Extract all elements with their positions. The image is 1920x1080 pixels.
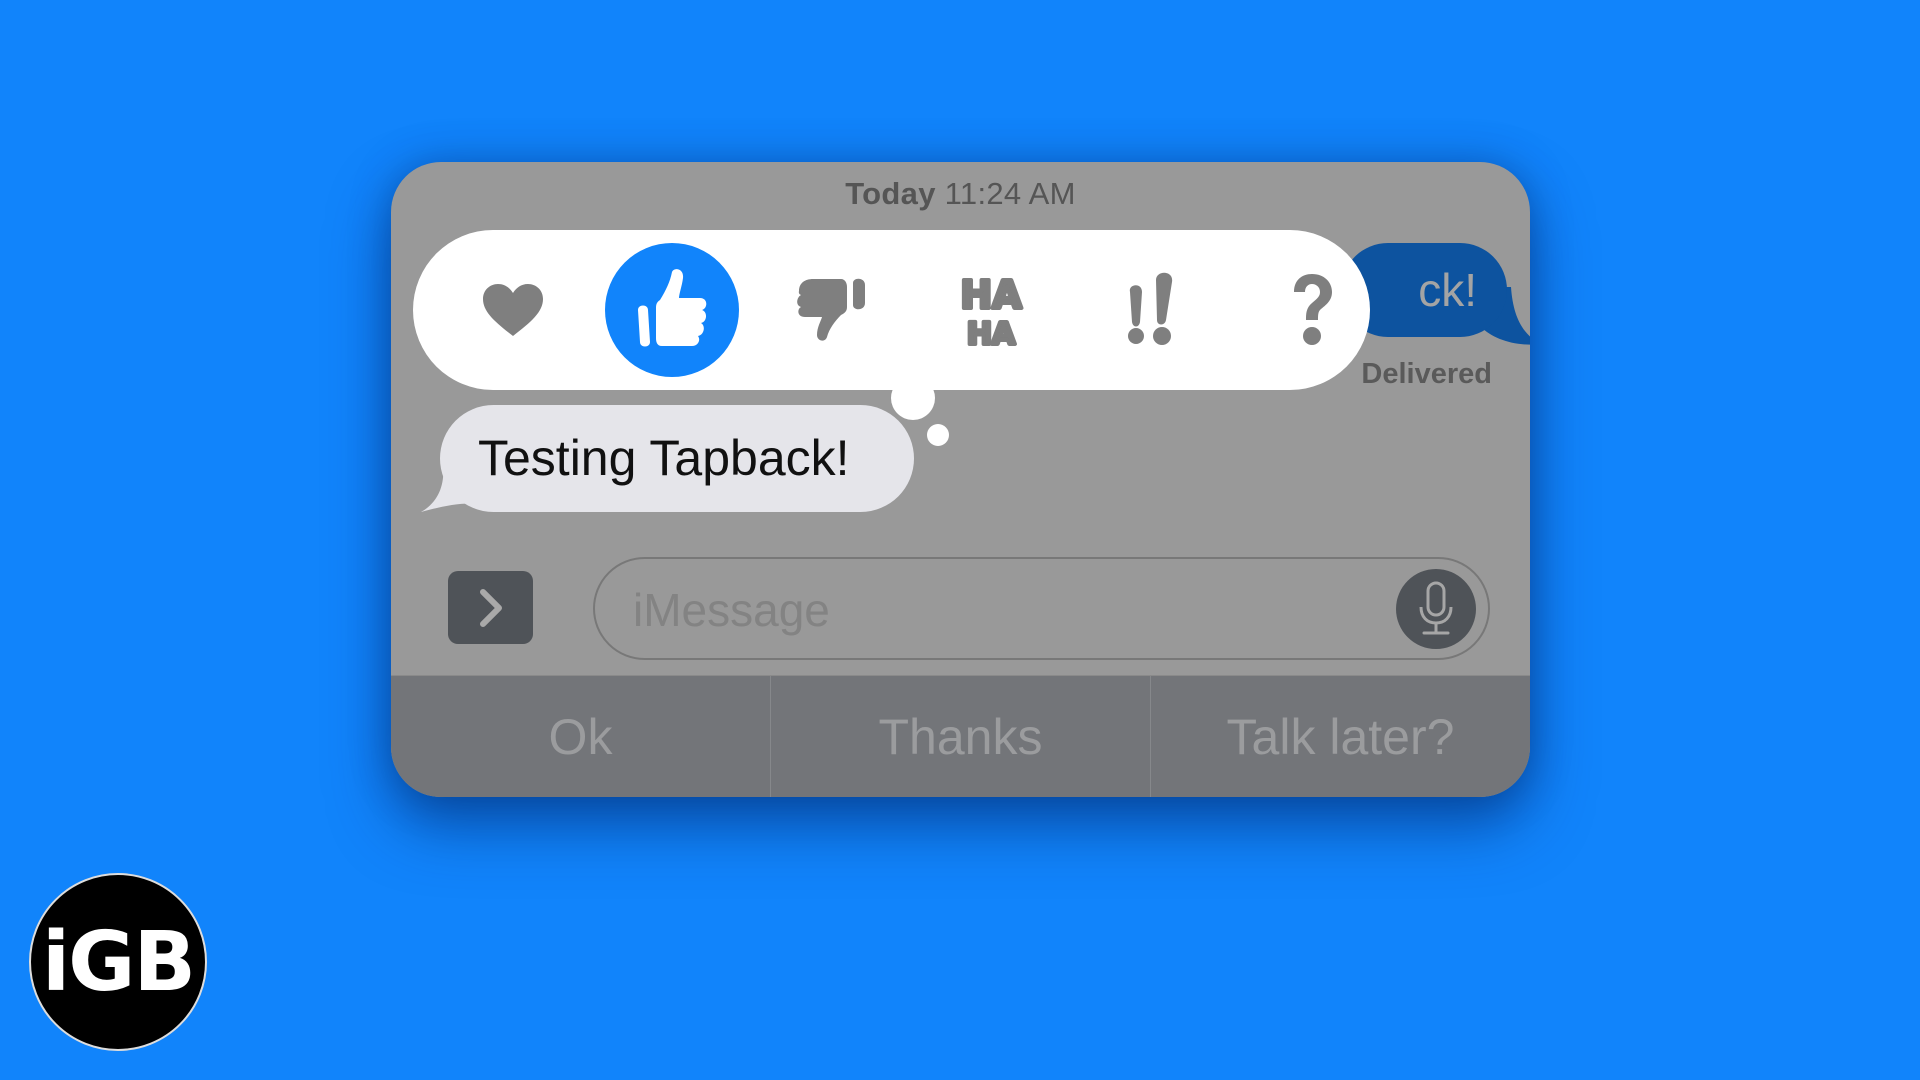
question-mark-icon — [1294, 274, 1332, 345]
microphone-icon — [1419, 581, 1453, 635]
tapback-thought-dot-small — [927, 424, 949, 446]
apps-expand-button[interactable] — [448, 571, 533, 644]
thumbs-up-icon — [638, 269, 707, 347]
quick-reply-ok[interactable]: Ok — [391, 676, 770, 797]
double-exclamation-icon — [1128, 272, 1173, 345]
timestamp-day: Today — [845, 176, 936, 211]
igb-logo-text: iGB — [42, 914, 196, 1010]
tapback-thumbs-up-button[interactable] — [602, 230, 742, 390]
imessage-input[interactable]: iMessage — [593, 557, 1490, 660]
quick-reply-bar: Ok Thanks Talk later? — [391, 675, 1530, 797]
quick-reply-thanks[interactable]: Thanks — [770, 676, 1150, 797]
tapback-thought-dot-large — [891, 376, 935, 420]
imessage-input-placeholder: iMessage — [633, 584, 830, 636]
thumbs-down-icon — [797, 278, 865, 341]
tapback-emphasize-button[interactable] — [1082, 230, 1222, 390]
tapback-question-button[interactable] — [1242, 230, 1382, 390]
received-message-text: Testing Tapback! — [478, 430, 850, 486]
haha-top-text: HA — [960, 273, 1022, 317]
dictation-button[interactable] — [1396, 569, 1476, 649]
received-message-bubble[interactable]: Testing Tapback! — [440, 405, 914, 512]
heart-icon — [483, 284, 543, 336]
tapback-selected-indicator — [605, 243, 739, 377]
timestamp-time: 11:24 AM — [944, 176, 1076, 211]
tapback-haha-button[interactable]: HA HA — [921, 230, 1061, 390]
tapback-picker: HA HA — [413, 230, 1370, 390]
igb-logo: iGB — [29, 873, 207, 1051]
tapback-thumbs-down-button[interactable] — [761, 230, 901, 390]
chevron-right-icon — [479, 588, 502, 627]
quick-reply-talk-later[interactable]: Talk later? — [1150, 676, 1530, 797]
haha-bottom-text: HA — [967, 317, 1016, 348]
imessage-conversation-card: Today 11:24 AM ck! Delivered HA HA Testi… — [391, 162, 1530, 797]
haha-icon: HA HA — [958, 272, 1024, 348]
tapback-heart-button[interactable] — [443, 230, 583, 390]
message-timestamp: Today 11:24 AM — [391, 176, 1530, 212]
